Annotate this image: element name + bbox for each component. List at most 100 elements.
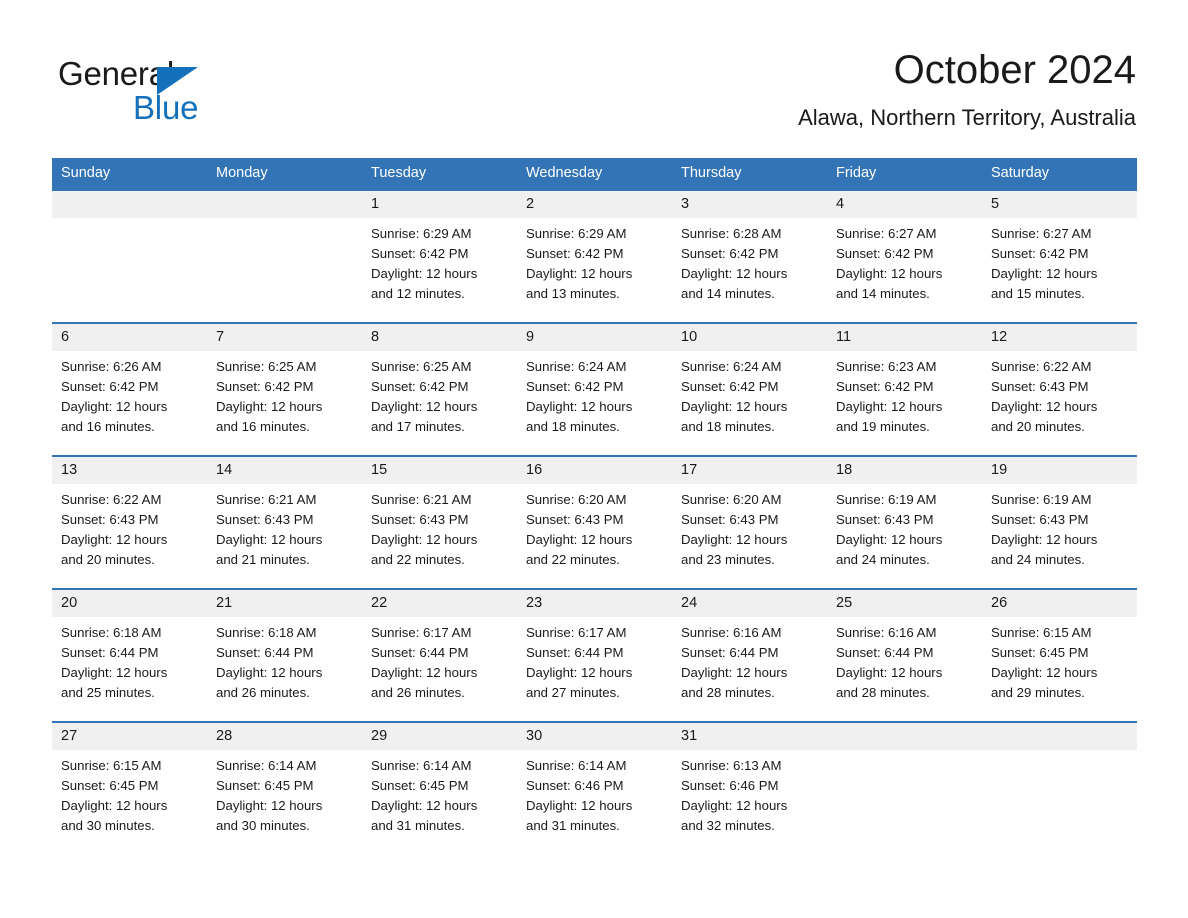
day-cell[interactable]: 16 Sunrise: 6:20 AM Sunset: 6:43 PM Dayl…: [517, 457, 672, 588]
day-cell[interactable]: 21 Sunrise: 6:18 AM Sunset: 6:44 PM Dayl…: [207, 590, 362, 721]
day-details: Sunrise: 6:29 AM Sunset: 6:42 PM Dayligh…: [517, 218, 672, 304]
daylight-text-line2: and 28 minutes.: [836, 685, 930, 700]
day-cell[interactable]: [982, 723, 1137, 854]
day-cell[interactable]: 1 Sunrise: 6:29 AM Sunset: 6:42 PM Dayli…: [362, 191, 517, 322]
day-number: 3: [681, 196, 690, 212]
day-cell[interactable]: 7 Sunrise: 6:25 AM Sunset: 6:42 PM Dayli…: [207, 324, 362, 455]
day-details: Sunrise: 6:27 AM Sunset: 6:42 PM Dayligh…: [982, 218, 1137, 304]
day-number: [207, 196, 216, 212]
daylight-text-line2: and 31 minutes.: [371, 818, 465, 833]
day-cell[interactable]: 2 Sunrise: 6:29 AM Sunset: 6:42 PM Dayli…: [517, 191, 672, 322]
day-number-band: 10: [672, 324, 827, 351]
daylight-text-line2: and 16 minutes.: [216, 419, 310, 434]
daylight-text-line2: and 23 minutes.: [681, 552, 775, 567]
day-cell[interactable]: [827, 723, 982, 854]
day-number-band: [52, 191, 207, 218]
daylight-text-line1: Daylight: 12 hours: [526, 266, 633, 281]
daylight-text-line1: Daylight: 12 hours: [526, 399, 633, 414]
daylight-text-line1: Daylight: 12 hours: [836, 266, 943, 281]
logo-text-blue: Blue: [133, 89, 199, 126]
sunset-text: Sunset: 6:45 PM: [371, 778, 469, 793]
day-cell[interactable]: 19 Sunrise: 6:19 AM Sunset: 6:43 PM Dayl…: [982, 457, 1137, 588]
daylight-text-line2: and 14 minutes.: [836, 286, 930, 301]
daylight-text-line2: and 30 minutes.: [61, 818, 155, 833]
day-number-band: 8: [362, 324, 517, 351]
day-number: [827, 728, 836, 744]
day-cell[interactable]: [207, 191, 362, 322]
daylight-text-line1: Daylight: 12 hours: [526, 665, 633, 680]
daylight-text-line1: Daylight: 12 hours: [836, 532, 943, 547]
day-cell[interactable]: 3 Sunrise: 6:28 AM Sunset: 6:42 PM Dayli…: [672, 191, 827, 322]
daylight-text-line1: Daylight: 12 hours: [526, 798, 633, 813]
day-cell[interactable]: 4 Sunrise: 6:27 AM Sunset: 6:42 PM Dayli…: [827, 191, 982, 322]
day-cell[interactable]: 18 Sunrise: 6:19 AM Sunset: 6:43 PM Dayl…: [827, 457, 982, 588]
day-number: 15: [371, 462, 388, 478]
sunset-text: Sunset: 6:44 PM: [836, 645, 934, 660]
day-cell[interactable]: 5 Sunrise: 6:27 AM Sunset: 6:42 PM Dayli…: [982, 191, 1137, 322]
day-details: Sunrise: 6:14 AM Sunset: 6:45 PM Dayligh…: [362, 750, 517, 836]
day-cell[interactable]: 28 Sunrise: 6:14 AM Sunset: 6:45 PM Dayl…: [207, 723, 362, 854]
day-number: 25: [836, 595, 853, 611]
sunrise-text: Sunrise: 6:21 AM: [371, 492, 472, 507]
day-details: Sunrise: 6:16 AM Sunset: 6:44 PM Dayligh…: [672, 617, 827, 703]
day-details: Sunrise: 6:18 AM Sunset: 6:44 PM Dayligh…: [207, 617, 362, 703]
day-cell[interactable]: 26 Sunrise: 6:15 AM Sunset: 6:45 PM Dayl…: [982, 590, 1137, 721]
sunrise-text: Sunrise: 6:25 AM: [216, 359, 317, 374]
sunset-text: Sunset: 6:42 PM: [371, 246, 469, 261]
day-cell[interactable]: 25 Sunrise: 6:16 AM Sunset: 6:44 PM Dayl…: [827, 590, 982, 721]
sunset-text: Sunset: 6:44 PM: [216, 645, 314, 660]
daylight-text-line1: Daylight: 12 hours: [991, 266, 1098, 281]
day-cell[interactable]: 23 Sunrise: 6:17 AM Sunset: 6:44 PM Dayl…: [517, 590, 672, 721]
daylight-text-line2: and 26 minutes.: [371, 685, 465, 700]
day-number-band: 24: [672, 590, 827, 617]
sunset-text: Sunset: 6:42 PM: [61, 379, 159, 394]
day-cell[interactable]: 22 Sunrise: 6:17 AM Sunset: 6:44 PM Dayl…: [362, 590, 517, 721]
sunrise-text: Sunrise: 6:29 AM: [526, 226, 627, 241]
day-number: 9: [526, 329, 535, 345]
day-number-band: 21: [207, 590, 362, 617]
day-number-band: [207, 191, 362, 218]
day-cell[interactable]: 11 Sunrise: 6:23 AM Sunset: 6:42 PM Dayl…: [827, 324, 982, 455]
day-cell[interactable]: 9 Sunrise: 6:24 AM Sunset: 6:42 PM Dayli…: [517, 324, 672, 455]
day-cell[interactable]: [52, 191, 207, 322]
sunrise-text: Sunrise: 6:22 AM: [61, 492, 162, 507]
day-cell[interactable]: 10 Sunrise: 6:24 AM Sunset: 6:42 PM Dayl…: [672, 324, 827, 455]
weekday-header-wednesday: Wednesday: [526, 165, 603, 181]
day-number-band: 9: [517, 324, 672, 351]
sunrise-text: Sunrise: 6:14 AM: [371, 758, 472, 773]
day-details: Sunrise: 6:19 AM Sunset: 6:43 PM Dayligh…: [982, 484, 1137, 570]
daylight-text-line2: and 27 minutes.: [526, 685, 620, 700]
sunrise-text: Sunrise: 6:28 AM: [681, 226, 782, 241]
day-cell[interactable]: 17 Sunrise: 6:20 AM Sunset: 6:43 PM Dayl…: [672, 457, 827, 588]
sunrise-text: Sunrise: 6:16 AM: [681, 625, 782, 640]
day-cell[interactable]: 6 Sunrise: 6:26 AM Sunset: 6:42 PM Dayli…: [52, 324, 207, 455]
day-number: 10: [681, 329, 698, 345]
day-details: Sunrise: 6:22 AM Sunset: 6:43 PM Dayligh…: [52, 484, 207, 570]
day-cell[interactable]: 31 Sunrise: 6:13 AM Sunset: 6:46 PM Dayl…: [672, 723, 827, 854]
sunrise-text: Sunrise: 6:21 AM: [216, 492, 317, 507]
day-cell[interactable]: 20 Sunrise: 6:18 AM Sunset: 6:44 PM Dayl…: [52, 590, 207, 721]
general-blue-logo[interactable]: General Blue: [58, 54, 318, 130]
day-cell[interactable]: 24 Sunrise: 6:16 AM Sunset: 6:44 PM Dayl…: [672, 590, 827, 721]
day-number: 12: [991, 329, 1008, 345]
day-number: [982, 728, 991, 744]
sunset-text: Sunset: 6:43 PM: [991, 379, 1089, 394]
day-cell[interactable]: 8 Sunrise: 6:25 AM Sunset: 6:42 PM Dayli…: [362, 324, 517, 455]
day-cell[interactable]: 27 Sunrise: 6:15 AM Sunset: 6:45 PM Dayl…: [52, 723, 207, 854]
sunrise-text: Sunrise: 6:22 AM: [991, 359, 1092, 374]
day-details: Sunrise: 6:25 AM Sunset: 6:42 PM Dayligh…: [207, 351, 362, 437]
day-cell[interactable]: 13 Sunrise: 6:22 AM Sunset: 6:43 PM Dayl…: [52, 457, 207, 588]
day-number-band: 30: [517, 723, 672, 750]
day-cell[interactable]: 14 Sunrise: 6:21 AM Sunset: 6:43 PM Dayl…: [207, 457, 362, 588]
sunset-text: Sunset: 6:46 PM: [526, 778, 624, 793]
sunrise-text: Sunrise: 6:17 AM: [526, 625, 627, 640]
day-number-band: 31: [672, 723, 827, 750]
sunrise-text: Sunrise: 6:29 AM: [371, 226, 472, 241]
day-number: 30: [526, 728, 543, 744]
day-cell[interactable]: 29 Sunrise: 6:14 AM Sunset: 6:45 PM Dayl…: [362, 723, 517, 854]
day-cell[interactable]: 30 Sunrise: 6:14 AM Sunset: 6:46 PM Dayl…: [517, 723, 672, 854]
day-cell[interactable]: 12 Sunrise: 6:22 AM Sunset: 6:43 PM Dayl…: [982, 324, 1137, 455]
day-cell[interactable]: 15 Sunrise: 6:21 AM Sunset: 6:43 PM Dayl…: [362, 457, 517, 588]
daylight-text-line1: Daylight: 12 hours: [681, 399, 788, 414]
sunset-text: Sunset: 6:42 PM: [681, 379, 779, 394]
